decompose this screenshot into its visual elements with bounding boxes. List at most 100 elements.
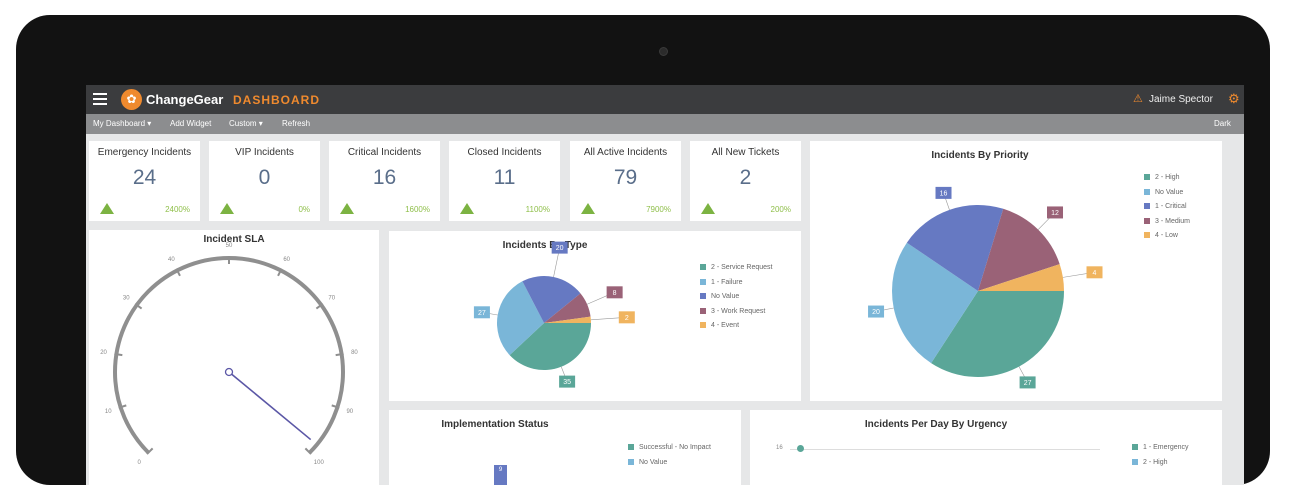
gauge-pivot [224,367,234,377]
dashboard-toolbar: My Dashboard ▾ Add Widget Custom ▾ Refre… [86,114,1244,134]
slice-value-label: 20 [872,309,880,316]
legend-label: 3 - Work Request [711,307,766,315]
kpi-card-new-tickets[interactable]: All New Tickets 2 200% [690,141,801,221]
kpi-percent: 2400% [165,205,190,214]
legend: 2 - High No Value 1 - Critical 3 - Mediu… [1144,174,1190,247]
refresh-button[interactable]: Refresh [282,119,310,128]
slice-value-label: 2 [625,315,629,322]
sla-gauge: 0 10 20 30 40 50 60 70 80 90 100 [100,243,358,466]
legend-item[interactable]: 3 - Medium [1144,217,1191,233]
incidents-per-day-widget[interactable]: Incidents Per Day By Urgency 16 1 - Emer… [750,410,1222,485]
my-dashboard-menu[interactable]: My Dashboard ▾ [93,119,151,128]
kpi-value: 79 [613,166,638,189]
legend-item[interactable]: 1 - Critical [1144,203,1190,218]
legend-item[interactable]: No Value [628,458,711,474]
kpi-percent: 200% [770,205,791,214]
legend-label: 4 - Low [1155,232,1178,239]
device-bezel: ✿ ChangeGear DASHBOARD ⚠ Jaime Spector ⚙… [16,15,1270,485]
legend-item[interactable]: 2 - High [1144,174,1190,189]
legend-item[interactable]: Successful - No Impact [628,444,711,459]
legend-item[interactable]: 1 - Failure [700,278,772,294]
legend-label: 1 - Critical [1155,203,1187,210]
kpi-percent: 7900% [646,205,671,214]
gauge-tick-label: 70 [328,295,335,301]
kpi-card-critical[interactable]: Critical Incidents 16 1600% [329,141,440,221]
widget-title: Incidents Per Day By Urgency [864,419,1008,430]
gauge-tick-label: 0 [138,460,142,466]
kpi-card-closed[interactable]: Closed Incidents 11 1100% [449,141,560,221]
gauge-tick-label: 60 [283,257,290,263]
legend-item[interactable]: 1 - Emergency [1132,444,1189,459]
custom-menu[interactable]: Custom ▾ [229,119,263,128]
data-point[interactable] [797,445,804,452]
gauge-tick-label: 40 [168,257,175,263]
gauge-tick [114,352,123,357]
widget-title: Implementation Status [441,419,549,430]
swatch [1144,174,1150,180]
legend-label: 2 - High [1155,174,1180,181]
legend-label: No Value [1155,188,1184,196]
legend-label: No Value [639,458,668,466]
user-icon[interactable]: ⚠ [1133,92,1143,105]
swatch [1132,458,1138,465]
swatch [1144,188,1150,195]
kpi-value: 16 [372,166,397,189]
legend-item[interactable]: No Value [700,293,772,308]
gauge-needle [228,371,312,441]
incidents-by-type-widget[interactable]: Incidents By Type 35 27 20 8 2 2 - Service R… [389,231,801,401]
kpi-title: Closed Incidents [467,147,542,158]
kpi-card-active[interactable]: All Active Incidents 79 7900% [570,141,681,221]
slice-value-label: 4 [1093,270,1097,277]
kpi-title: All Active Incidents [583,147,668,158]
legend-item[interactable]: 4 - Low [1144,232,1190,247]
gauge-tick-label: 10 [105,409,112,415]
top-bar: ✿ ChangeGear DASHBOARD ⚠ Jaime Spector ⚙ [86,85,1244,114]
incident-sla-widget[interactable]: Incident SLA 0 10 20 30 40 50 60 70 80 90 100 [89,230,379,485]
trend-up-icon [220,203,234,214]
kpi-percent: 1100% [525,205,550,214]
y-axis-label: 16 [776,445,783,451]
legend-item[interactable]: 2 - Service Request [700,264,772,279]
trend-up-icon [460,203,474,214]
gauge-tick [335,352,344,357]
gridline [790,449,1100,450]
legend-item[interactable]: No Value [1144,188,1190,204]
trend-up-icon [581,203,595,214]
kpi-value: 2 [739,166,752,189]
legend-item[interactable]: 4 - Event [700,322,772,337]
legend-item[interactable]: 2 - High [1132,458,1189,474]
add-widget-button[interactable]: Add Widget [170,119,211,128]
legend-label: 3 - Medium [1155,217,1191,225]
legend-label: No Value [711,293,740,300]
trend-up-icon [340,203,354,214]
legend-label: 1 - Emergency [1143,444,1189,451]
trend-up-icon [701,203,715,214]
kpi-value: 0 [258,166,271,189]
screen: ✿ ChangeGear DASHBOARD ⚠ Jaime Spector ⚙… [86,85,1244,485]
kpi-percent: 0% [298,205,310,214]
slice-value-label: 8 [613,290,617,297]
implementation-status-widget[interactable]: Implementation Status 9 Successful - No … [389,410,741,485]
hamburger-menu-icon[interactable] [93,93,107,105]
swatch [1144,217,1150,224]
section-title: DASHBOARD [233,93,320,107]
changegear-logo-icon: ✿ [121,89,142,110]
slice-value-label: 27 [1024,380,1032,387]
gauge-tick-label: 30 [123,295,130,301]
swatch [1144,203,1150,209]
kpi-card-emergency[interactable]: Emergency Incidents 24 2400% [89,141,200,221]
slice-value-label: 35 [563,379,571,386]
swatch [1144,232,1150,238]
incidents-by-priority-widget[interactable]: Incidents By Priority 27 20 16 12 4 2 - High… [810,141,1222,401]
swatch [700,264,706,270]
kpi-card-vip[interactable]: VIP Incidents 0 0% [209,141,320,221]
bar-value: 9 [494,465,507,485]
gauge-tick-label: 20 [100,350,107,356]
legend-item[interactable]: 3 - Work Request [700,307,772,323]
settings-gear-icon[interactable]: ⚙ [1228,91,1240,107]
slice-value-label: 16 [940,190,948,197]
slice-value-label: 27 [478,310,486,317]
dark-theme-toggle[interactable]: Dark [1214,119,1231,128]
swatch [628,444,634,450]
user-name[interactable]: Jaime Spector [1149,94,1213,105]
